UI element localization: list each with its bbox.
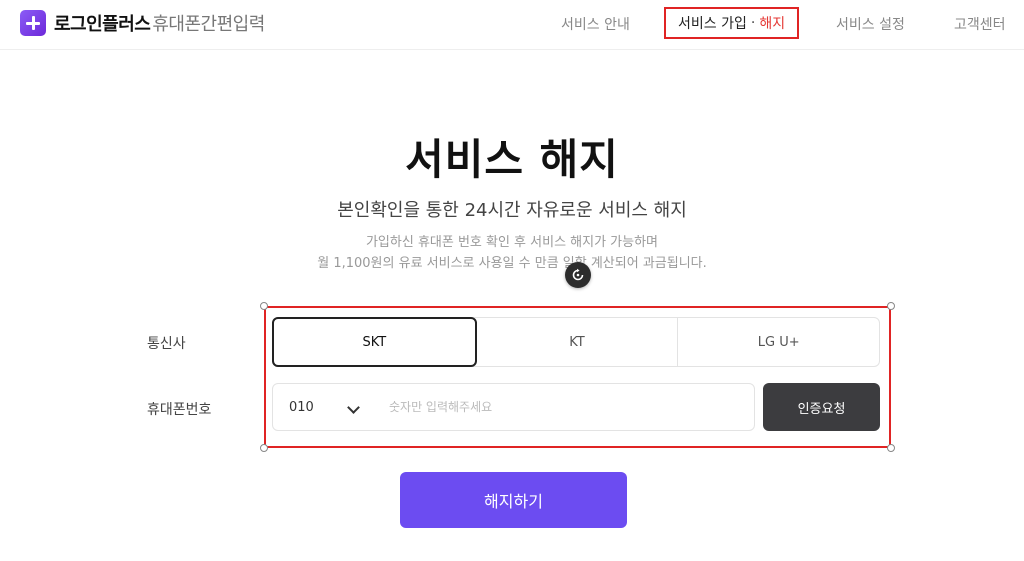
- phone-number-input[interactable]: [389, 392, 739, 422]
- nav-service-guide[interactable]: 서비스 안내: [561, 14, 630, 34]
- phone-label: 휴대폰번호: [147, 402, 212, 418]
- carrier-option-kt[interactable]: KT: [477, 318, 679, 366]
- nav-customer-support[interactable]: 고객센터: [954, 14, 1006, 34]
- page-title: 서비스 해지: [405, 135, 619, 184]
- page-description: 가입하신 휴대폰 번호 확인 후 서비스 해지가 가능하며 월 1,100원의 …: [0, 232, 1024, 274]
- site-header: 로그인플러스 휴대폰간편입력 서비스 안내 서비스 가입 · 해지 서비스 설정…: [0, 0, 1024, 50]
- carrier-option-lgu[interactable]: LG U+: [678, 318, 879, 366]
- carrier-label: 통신사: [147, 336, 186, 352]
- description-line-2: 월 1,100원의 유료 서비스로 사용일 수 만큼 일할 계산되어 과금됩니다…: [317, 256, 707, 271]
- chevron-down-icon[interactable]: [347, 401, 360, 414]
- nav-join-cancel[interactable]: 서비스 가입 · 해지: [664, 7, 800, 39]
- page-subtitle: 본인확인을 통한 24시간 자유로운 서비스 해지: [337, 200, 687, 221]
- phone-prefix-value: 010: [289, 399, 314, 415]
- nav-cancel-label: 해지: [759, 16, 786, 32]
- nav-join-label: 서비스 가입: [678, 16, 747, 32]
- logo[interactable]: 로그인플러스 휴대폰간편입력: [20, 10, 265, 36]
- brand-subtitle: 휴대폰간편입력: [152, 14, 265, 35]
- verify-request-button[interactable]: 인증요청: [763, 383, 880, 431]
- brand-name: 로그인플러스: [54, 14, 151, 35]
- resize-handle-top-left[interactable]: [260, 302, 268, 310]
- carrier-option-skt[interactable]: SKT: [272, 317, 477, 367]
- plus-logo-icon: [20, 10, 46, 36]
- resize-handle-bottom-left[interactable]: [260, 444, 268, 452]
- nav-service-settings[interactable]: 서비스 설정: [836, 14, 905, 34]
- phone-prefix-select[interactable]: 010: [289, 384, 314, 430]
- nav-separator: ·: [750, 15, 756, 31]
- cancel-service-button[interactable]: 해지하기: [400, 472, 627, 528]
- resize-handle-bottom-right[interactable]: [887, 444, 895, 452]
- resize-handle-top-right[interactable]: [887, 302, 895, 310]
- rotate-icon[interactable]: [565, 262, 591, 288]
- carrier-selector: SKT KT LG U+: [272, 317, 880, 367]
- phone-number-field: 010: [272, 383, 755, 431]
- description-line-1: 가입하신 휴대폰 번호 확인 후 서비스 해지가 가능하며: [365, 235, 659, 250]
